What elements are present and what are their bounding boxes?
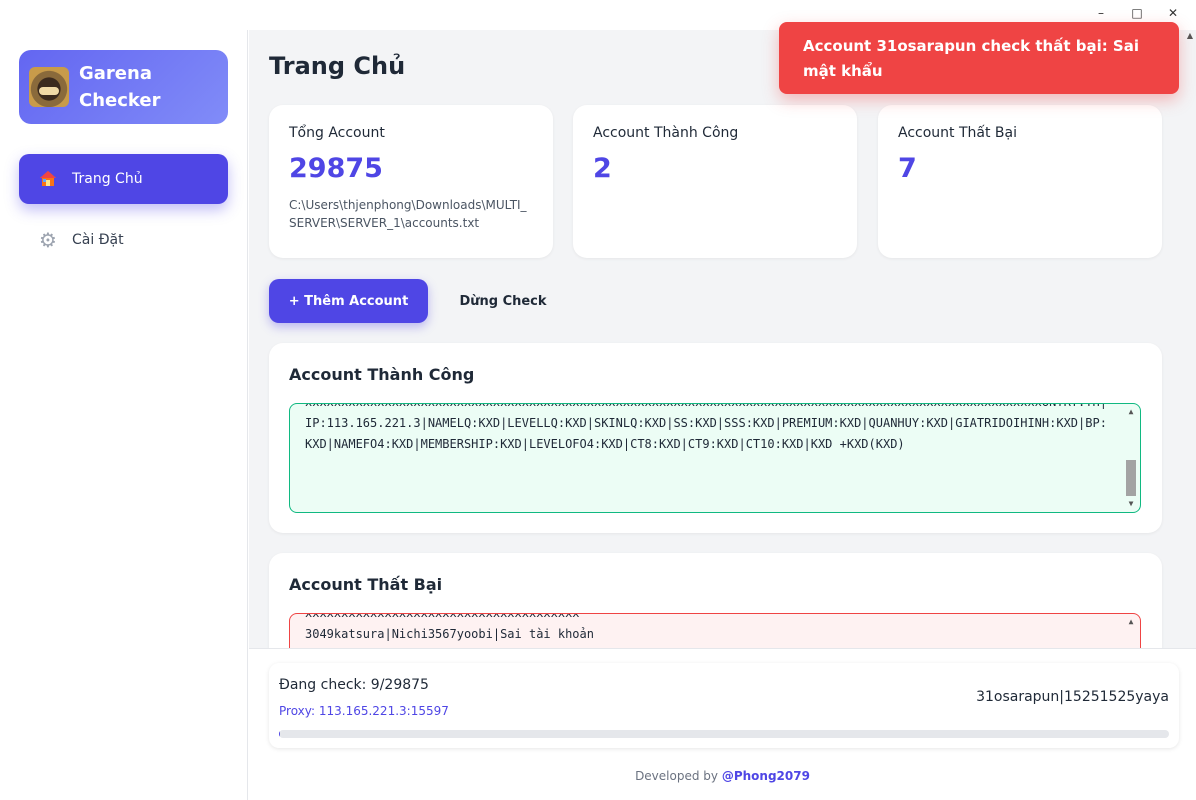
status-footer: Đang check: 9/29875 Proxy: 113.165.221.3… [249, 648, 1196, 800]
success-log-text: xxxxxxxxxxxxxxxxxxxxxxxxxxxxxxxxxxxxxxxx… [305, 404, 1107, 451]
log-scrollbar[interactable]: ▲ [1124, 616, 1138, 648]
brand-name-line1: Garena [79, 63, 152, 84]
page-title: Trang Chủ [269, 52, 406, 80]
main-content: Trang Chủ Tổng Account 29875 C:\Users\th… [249, 30, 1196, 648]
success-accounts-panel: Account Thành Công xxxxxxxxxxxxxxxxxxxxx… [269, 343, 1162, 533]
sidebar-item-label: Trang Chủ [72, 171, 143, 187]
window-controls: – □ ✕ [1094, 6, 1180, 20]
checking-progress-text: Đang check: 9/29875 [279, 677, 429, 693]
stat-label: Tổng Account [289, 125, 385, 141]
scroll-up-icon[interactable]: ▲ [1124, 406, 1138, 418]
error-toast: Account 31osarapun check thất bại: Sai m… [779, 22, 1179, 94]
credit-prefix: Developed by [635, 769, 722, 783]
log-scrollbar[interactable]: ▲ ▼ [1124, 406, 1138, 510]
stat-label: Account Thành Công [593, 125, 739, 141]
add-account-button[interactable]: + Thêm Account [269, 279, 428, 323]
sidebar-item-label: Cài Đặt [72, 232, 124, 248]
credit-author-link[interactable]: @Phong2079 [722, 769, 810, 783]
failed-log-text: xxxxxxxxxxxxxxxxxxxxxxxxxxxxxxxxxxxxxx 3… [305, 613, 594, 641]
scroll-up-icon[interactable]: ▲ [1124, 616, 1138, 628]
accounts-file-path: C:\Users\thjenphong\Downloads\MULTI_SERV… [289, 198, 527, 230]
stop-check-button[interactable]: Dừng Check [445, 279, 561, 323]
failed-log-textarea[interactable]: xxxxxxxxxxxxxxxxxxxxxxxxxxxxxxxxxxxxxx 3… [289, 613, 1141, 648]
sidebar-item-home[interactable]: Trang Chủ [19, 154, 228, 204]
maximize-button[interactable]: □ [1130, 6, 1144, 20]
panel-title: Account Thất Bại [289, 575, 443, 594]
check-status-card: Đang check: 9/29875 Proxy: 113.165.221.3… [269, 663, 1179, 748]
brand-logo [29, 67, 69, 107]
gear-icon: ⚙ [39, 228, 57, 252]
proxy-text: Proxy: 113.165.221.3:15597 [279, 704, 449, 718]
failed-accounts-panel: Account Thất Bại xxxxxxxxxxxxxxxxxxxxxxx… [269, 553, 1162, 648]
stat-value: 29875 [289, 153, 383, 184]
main-scrollbar[interactable]: ▲ [1184, 30, 1196, 648]
developer-credit: Developed by @Phong2079 [249, 769, 1196, 783]
stat-card-total: Tổng Account 29875 C:\Users\thjenphong\D… [269, 105, 553, 258]
home-icon [38, 169, 58, 189]
sidebar-item-settings[interactable]: ⚙ Cài Đặt [19, 215, 228, 265]
minimize-button[interactable]: – [1094, 6, 1108, 20]
brand-name-line2: Checker [79, 90, 161, 111]
stat-label: Account Thất Bại [898, 125, 1017, 141]
scroll-thumb[interactable] [1126, 460, 1136, 496]
stat-card-failed: Account Thất Bại 7 [878, 105, 1162, 258]
progress-bar [279, 730, 1169, 738]
stat-card-success: Account Thành Công 2 [573, 105, 857, 258]
brand-card: Garena Checker [19, 50, 228, 124]
brand-name: Garena Checker [79, 60, 160, 114]
scroll-down-icon[interactable]: ▼ [1124, 498, 1138, 510]
panel-title: Account Thành Công [289, 365, 475, 384]
stat-value: 2 [593, 153, 612, 184]
stat-value: 7 [898, 153, 917, 184]
success-log-textarea[interactable]: xxxxxxxxxxxxxxxxxxxxxxxxxxxxxxxxxxxxxxxx… [289, 403, 1141, 513]
sidebar: Garena Checker Trang Chủ ⚙ Cài Đặt [0, 30, 248, 800]
close-button[interactable]: ✕ [1166, 6, 1180, 20]
scroll-up-icon[interactable]: ▲ [1184, 30, 1196, 42]
current-account-text: 31osarapun|15251525yaya [976, 689, 1169, 705]
